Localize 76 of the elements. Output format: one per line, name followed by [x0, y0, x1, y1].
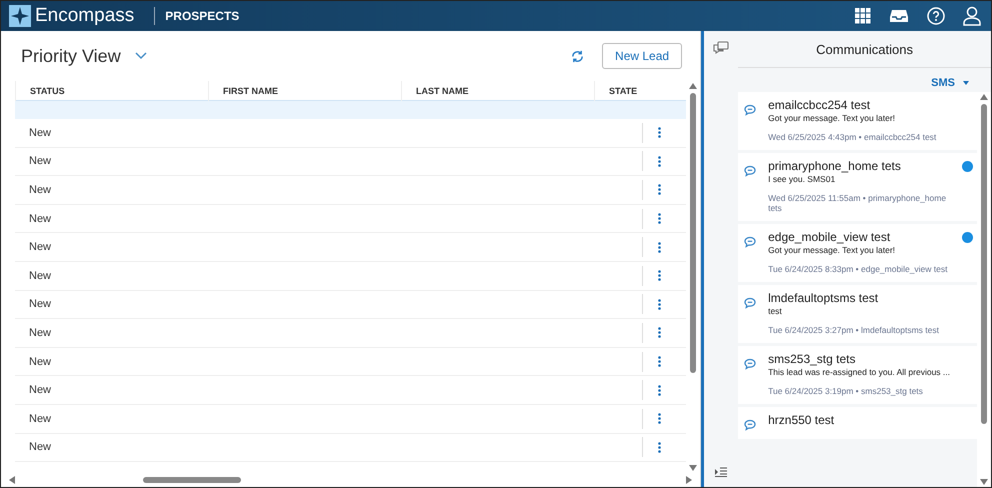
help-icon[interactable]: [927, 7, 945, 25]
more-options-icon[interactable]: [658, 156, 661, 167]
message-timestamp: Tue 6/24/2025 8:33pm • edge_mobile_view test: [768, 264, 948, 274]
message-timestamp: Tue 6/24/2025 3:27pm • lmdefaultoptsms test: [768, 325, 940, 335]
status-cell-text: New: [28, 384, 52, 396]
refresh-icon[interactable]: [571, 50, 584, 62]
chat-bubble-icon: [744, 358, 756, 370]
status-cell-text: New: [28, 212, 52, 225]
chat-bubble-icon: [744, 165, 756, 177]
message-timestamp: Tue 6/24/2025 3:19pm • sms253_stg tets: [768, 386, 924, 396]
chat-bubble-icon: [744, 236, 756, 248]
message-preview: This lead was re-assigned to you. All previous ...: [768, 367, 950, 377]
chat-bubble-icon: [744, 297, 756, 309]
status-cell-text: New: [28, 241, 52, 254]
more-options-icon[interactable]: [658, 442, 661, 453]
scrollbar-thumb[interactable]: [143, 477, 241, 483]
inbox-tray-icon[interactable]: [889, 8, 909, 24]
scroll-down-icon[interactable]: [689, 465, 698, 471]
chevron-down-icon[interactable]: [134, 52, 147, 60]
message-timestamp: Wed 6/25/2025 4:43pm • emailccbcc254 test: [768, 132, 938, 142]
contact-name: hrzn550 test: [768, 413, 836, 427]
more-options-icon[interactable]: [658, 413, 661, 424]
brand-name: Encompass: [35, 5, 134, 27]
scroll-right-icon[interactable]: [686, 476, 692, 484]
more-options-icon[interactable]: [658, 356, 661, 368]
new-lead-button[interactable]: New Lead: [602, 43, 682, 69]
message-card[interactable]: lmdefaultoptsms test test Tue 6/24/2025 3:27pm • lmdefaultoptsms test: [738, 285, 977, 343]
message-card[interactable]: hrzn550 test: [738, 407, 977, 439]
more-options-icon[interactable]: [658, 242, 661, 253]
scrollbar-thumb[interactable]: [690, 93, 696, 373]
contact-name: primaryphone_home tets: [768, 159, 902, 173]
more-options-icon[interactable]: [658, 327, 661, 338]
status-cell-text: New: [28, 184, 52, 196]
contact-name: edge_mobile_view test: [768, 230, 892, 244]
message-preview: Got your message. Text you later!: [768, 113, 896, 123]
view-title: Priority View: [21, 46, 121, 66]
more-options-icon[interactable]: [658, 213, 661, 224]
contact-name: lmdefaultoptsms test: [768, 291, 880, 305]
message-card[interactable]: emailccbcc254 test Got your message. Text you later! Wed 6/25/2025 4:43pm • emailccbcc254 test: [738, 92, 977, 150]
message-preview: Got your message. Text you later!: [768, 245, 896, 255]
status-cell-text: New: [28, 412, 52, 425]
status-cell-text: New: [28, 356, 52, 368]
sms-filter-dropdown[interactable]: SMS: [925, 76, 975, 90]
app-grid-icon[interactable]: [855, 8, 871, 24]
message-timestamp: Wed 6/25/2025 11:55am • primaryphone_home tets: [768, 193, 948, 213]
contact-name: sms253_stg tets: [768, 352, 856, 366]
user-profile-icon[interactable]: [963, 6, 981, 26]
scroll-left-icon[interactable]: [9, 476, 15, 484]
caret-icon: [963, 81, 969, 85]
chat-bubble-icon: [744, 419, 756, 431]
logo-icon: [9, 5, 31, 27]
status-cell-text: New: [28, 441, 52, 454]
chat-bubbles-icon[interactable]: [713, 41, 730, 55]
scroll-up-icon[interactable]: [980, 94, 988, 100]
status-cell-text: New: [28, 270, 52, 282]
chat-bubble-icon: [744, 104, 756, 116]
status-cell-text: New: [28, 126, 52, 139]
more-options-icon[interactable]: [658, 127, 661, 138]
more-options-icon[interactable]: [658, 184, 661, 196]
scroll-down-icon[interactable]: [980, 479, 988, 485]
more-options-icon[interactable]: [658, 270, 661, 282]
more-options-icon[interactable]: [658, 298, 661, 310]
message-preview: I see you. SMS01: [768, 174, 836, 184]
message-preview: test: [768, 306, 783, 316]
status-cell-text: New: [28, 326, 52, 339]
collapse-panel-icon[interactable]: [715, 467, 728, 477]
status-cell-text: New: [28, 155, 52, 168]
scroll-up-icon[interactable]: [689, 83, 698, 89]
section-title: PROSPECTS: [165, 9, 240, 23]
message-card[interactable]: primaryphone_home tets I see you. SMS01 Wed 6/25/2025 11:55am • primaryphone_home tets: [738, 153, 977, 221]
status-cell-text: New: [28, 298, 52, 310]
scrollbar-thumb[interactable]: [981, 104, 987, 424]
more-options-icon[interactable]: [658, 384, 661, 396]
message-card[interactable]: edge_mobile_view test Got your message. Text you later! Tue 6/24/2025 8:33pm • edge_mobile_view test: [738, 224, 977, 282]
contact-name: emailccbcc254 test: [768, 98, 872, 112]
message-card[interactable]: sms253_stg tets This lead was re-assigned to you. All previous ... Tue 6/24/2025 3:19pm • sms253_stg tets: [738, 346, 977, 404]
